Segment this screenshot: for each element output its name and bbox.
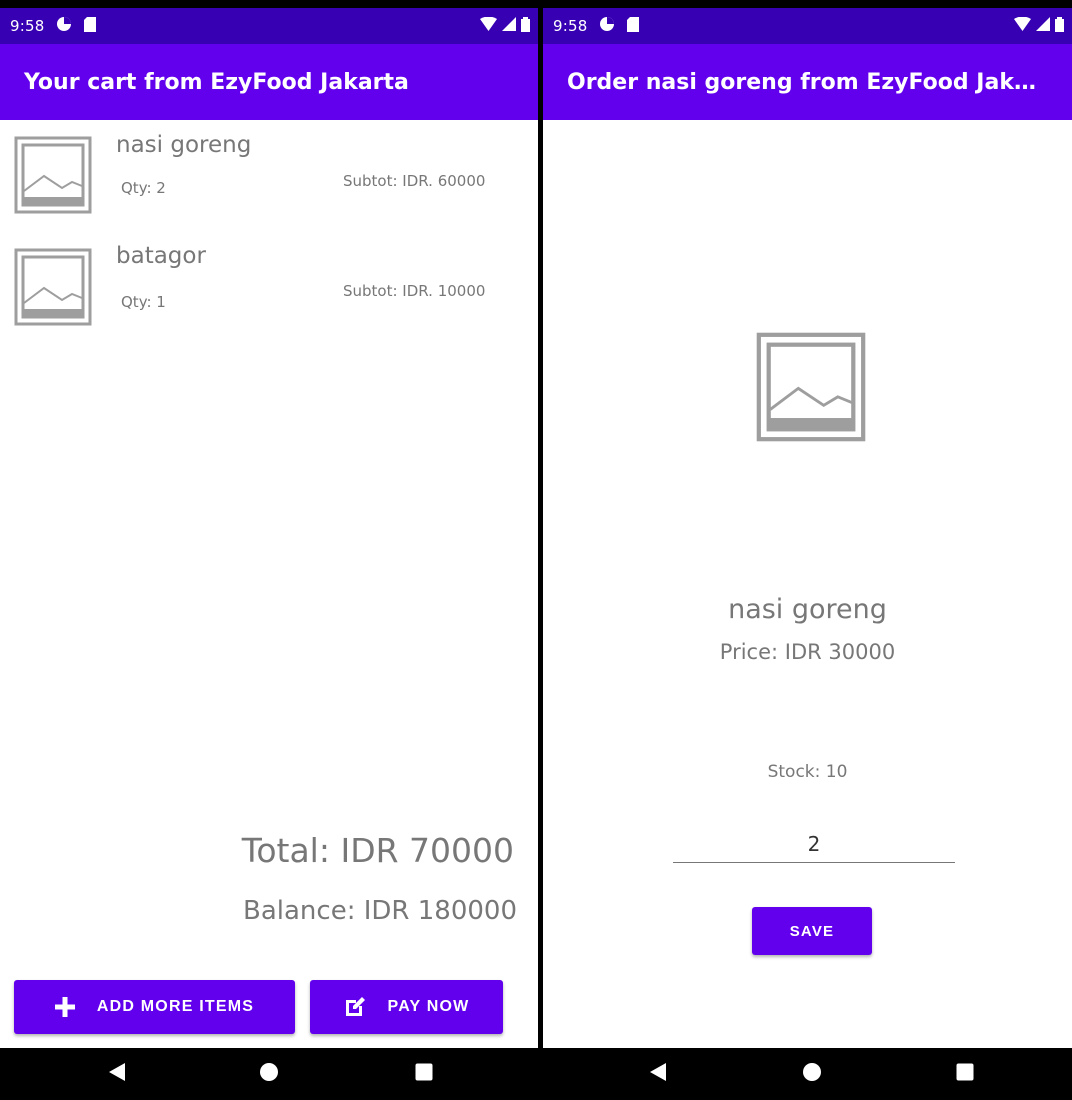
item-subtotal: Subtot: IDR. 60000 [343, 172, 486, 190]
back-triangle-icon[interactable] [109, 1063, 125, 1085]
battery-icon [521, 16, 530, 36]
plus-icon [54, 997, 75, 1017]
app-bar: Your cart from EzyFood Jakarta [0, 44, 538, 120]
order-price: Price: IDR 30000 [719, 640, 896, 664]
pay-now-label: PAY NOW [387, 998, 470, 1015]
recents-square-icon[interactable] [415, 1063, 433, 1085]
image-placeholder-icon [756, 332, 866, 442]
signal-icon [502, 17, 516, 35]
cart-title: Your cart from EzyFood Jakarta [24, 69, 409, 95]
pie-chart-icon [599, 16, 615, 36]
item-name: nasi goreng [116, 132, 252, 158]
pie-chart-icon [56, 16, 72, 36]
item-name: batagor [116, 243, 206, 269]
quantity-input[interactable] [673, 826, 955, 863]
nav-bar [543, 1048, 1072, 1100]
balance-label: Balance: IDR 180000 [243, 896, 517, 926]
home-circle-icon[interactable] [803, 1063, 821, 1085]
edit-icon [344, 996, 366, 1018]
status-time: 9:58 [553, 17, 588, 35]
order-screen: 9:58 Order nasi goreng from EzyFood Jak…… [543, 8, 1072, 1048]
pay-now-button[interactable]: PAY NOW [310, 980, 503, 1034]
cart-screen: 9:58 Your cart from EzyFood Jakarta nasi… [0, 8, 538, 1048]
sd-card-icon [627, 16, 640, 36]
signal-icon [1036, 17, 1050, 35]
save-button[interactable]: SAVE [752, 907, 872, 955]
image-placeholder-icon [14, 248, 92, 326]
status-bar: 9:58 [543, 8, 1072, 44]
add-more-items-button[interactable]: ADD MORE ITEMS [14, 980, 295, 1034]
sd-card-icon [84, 16, 97, 36]
battery-icon [1055, 16, 1064, 36]
order-stock: Stock: 10 [767, 762, 848, 782]
nav-bar [0, 1048, 538, 1100]
item-qty: Qty: 2 [121, 179, 166, 197]
wifi-icon [1014, 16, 1031, 35]
app-bar: Order nasi goreng from EzyFood Jak… [543, 44, 1072, 120]
wifi-icon [480, 16, 497, 35]
image-placeholder-icon [14, 136, 92, 214]
add-more-items-label: ADD MORE ITEMS [96, 998, 255, 1015]
status-bar: 9:58 [0, 8, 538, 44]
order-item-name: nasi goreng [728, 594, 887, 625]
recents-square-icon[interactable] [956, 1063, 974, 1085]
item-qty: Qty: 1 [121, 293, 166, 311]
total-label: Total: IDR 70000 [241, 831, 514, 870]
item-subtotal: Subtot: IDR. 10000 [343, 282, 486, 300]
status-time: 9:58 [10, 17, 45, 35]
order-title: Order nasi goreng from EzyFood Jak… [567, 69, 1036, 95]
home-circle-icon[interactable] [260, 1063, 278, 1085]
back-triangle-icon[interactable] [650, 1063, 666, 1085]
